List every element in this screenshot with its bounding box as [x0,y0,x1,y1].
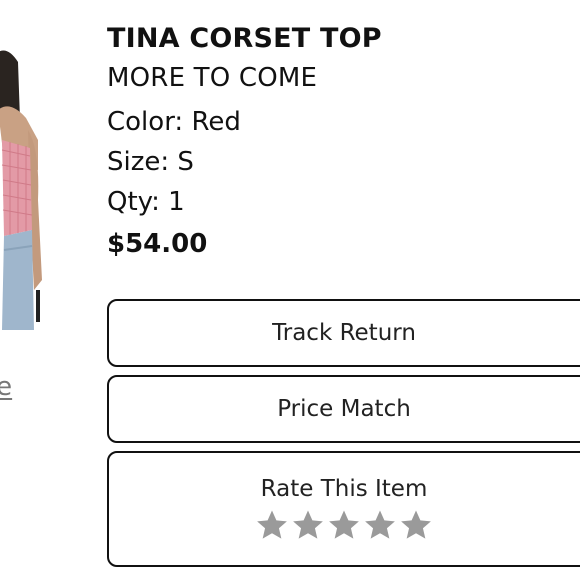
star-icon[interactable] [399,508,433,542]
product-name: TINA CORSET TOP [107,23,382,54]
star-icon[interactable] [291,508,325,542]
product-brand: MORE TO COME [107,63,318,93]
star-icon[interactable] [363,508,397,542]
star-icon[interactable] [327,508,361,542]
rate-item-label: Rate This Item [260,476,428,502]
price-match-button[interactable]: Price Match [107,375,580,443]
order-item-page: re TINA CORSET TOP MORE TO COME Color: R… [0,0,580,580]
track-return-label: Track Return [272,320,416,346]
product-attributes: Color: Red Size: S Qty: 1 [107,102,580,222]
star-icon[interactable] [255,508,289,542]
rate-item-panel: Rate This Item [107,451,580,567]
price-match-label: Price Match [277,396,411,422]
product-info: TINA CORSET TOP MORE TO COME Color: Red … [107,22,580,264]
product-size: Size: S [107,147,194,177]
product-color: Color: Red [107,107,241,137]
product-price: $54.00 [107,229,208,259]
product-image[interactable] [0,40,42,330]
star-rating[interactable] [255,508,433,542]
track-return-button[interactable]: Track Return [107,299,580,367]
view-more-link[interactable]: re [0,372,12,402]
product-qty: Qty: 1 [107,187,185,217]
product-photo-illustration [0,40,42,330]
